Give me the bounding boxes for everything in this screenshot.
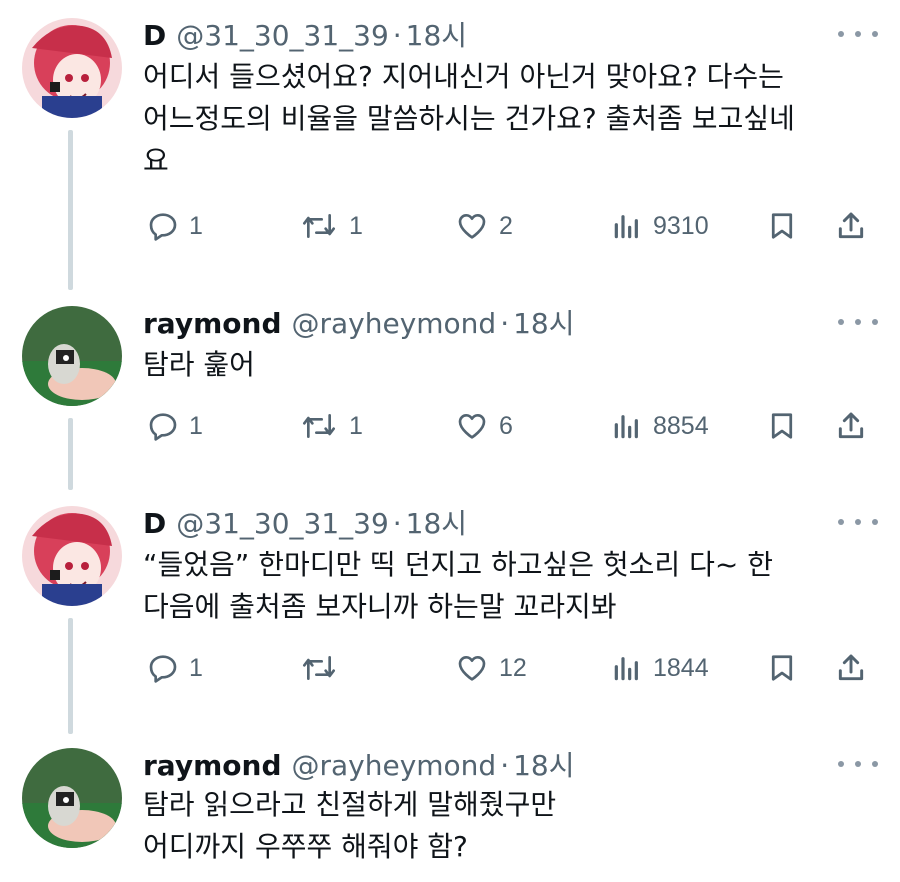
more-options-icon[interactable] [838, 512, 878, 532]
tweet-text-line: 탐라 훑어 [143, 348, 255, 381]
retweet-icon [303, 656, 335, 680]
avatar[interactable] [22, 306, 122, 406]
avatar[interactable] [22, 748, 122, 848]
tweet-text-line: 다음에 출처좀 보자니까 하는말 꼬라지봐 [143, 590, 617, 623]
tweet-text-line: “들었음” 한마디만 띡 던지고 하고싶은 헛소리 다~ 한 [143, 548, 773, 581]
like-button[interactable]: 12 [455, 648, 527, 688]
heart-icon [458, 414, 486, 439]
tweet-text-line: 어디까지 우쭈쭈 해줘야 함? [143, 830, 468, 863]
tweet-text-line: 탐라 읽으라고 친절하게 말해줬구만 [143, 788, 557, 821]
reply-button[interactable]: 1 [147, 206, 203, 246]
tweet-header: D @31_30_31_39 · 18시 [143, 14, 467, 54]
tweet-header: D @31_30_31_39 · 18시 [143, 502, 467, 542]
tweet[interactable]: D @31_30_31_39 · 18시 “들었음” 한마디만 띡 던지고 하고… [0, 490, 900, 734]
avatar[interactable] [22, 506, 122, 606]
more-options-icon[interactable] [838, 312, 878, 332]
retweet-count: 1 [349, 411, 363, 440]
views-button[interactable]: 9310 [611, 206, 709, 246]
user-handle[interactable]: @rayheymond [291, 749, 496, 782]
display-name[interactable]: D [143, 19, 166, 52]
like-button[interactable]: 6 [455, 406, 513, 446]
reply-button[interactable]: 1 [147, 406, 203, 446]
tweet-text-line: 어디서 들으셨어요? 지어내신거 아닌거 맞아요? 다수는 [143, 60, 784, 93]
avatar[interactable] [22, 18, 122, 118]
tweet-text: “들었음” 한마디만 띡 던지고 하고싶은 헛소리 다~ 한 다음에 출처좀 보… [143, 544, 883, 628]
retweet-button[interactable] [299, 648, 349, 688]
user-handle[interactable]: @rayheymond [291, 307, 496, 340]
reply-count: 1 [189, 211, 203, 240]
views-button[interactable]: 8854 [611, 406, 709, 446]
like-count: 12 [499, 653, 527, 682]
tweet-text: 탐라 읽으라고 친절하게 말해줬구만 어디까지 우쭈쭈 해줘야 함? [143, 784, 883, 868]
separator: · [392, 507, 402, 540]
tweet-header: raymond @rayheymond · 18시 [143, 744, 575, 784]
timestamp[interactable]: 18시 [406, 14, 467, 54]
timestamp[interactable]: 18시 [513, 302, 574, 342]
more-options-icon[interactable] [838, 24, 878, 44]
share-button[interactable] [835, 206, 867, 246]
tweet-text-line: 요 [143, 144, 169, 177]
heart-icon [458, 656, 486, 681]
share-button[interactable] [835, 648, 867, 688]
reply-icon [149, 655, 177, 683]
share-icon [838, 654, 864, 681]
like-count: 6 [499, 411, 513, 440]
tweet-header: raymond @rayheymond · 18시 [143, 302, 575, 342]
share-button[interactable] [835, 406, 867, 446]
retweet-button[interactable]: 1 [299, 406, 363, 446]
display-name[interactable]: raymond [143, 307, 281, 340]
bookmark-icon [771, 213, 793, 239]
retweet-icon [303, 214, 335, 238]
timestamp[interactable]: 18시 [406, 502, 467, 542]
tweet[interactable]: raymond @rayheymond · 18시 탐라 훑어 1 1 6 88… [0, 290, 900, 490]
views-icon [614, 657, 638, 681]
tweet-text-line: 어느정도의 비율을 말씀하시는 건가요? 출처좀 보고싶네 [143, 102, 795, 135]
reply-icon [149, 213, 177, 241]
display-name[interactable]: raymond [143, 749, 281, 782]
separator: · [392, 19, 402, 52]
reply-count: 1 [189, 653, 203, 682]
reply-icon [149, 413, 177, 441]
action-bar: 1 1 6 8854 [143, 406, 883, 446]
bookmark-button[interactable] [767, 648, 797, 688]
views-icon [614, 415, 638, 439]
views-icon [614, 215, 638, 239]
bookmark-button[interactable] [767, 206, 797, 246]
thread-line [68, 418, 73, 490]
retweet-button[interactable]: 1 [299, 206, 363, 246]
timestamp[interactable]: 18시 [513, 744, 574, 784]
share-icon [838, 412, 864, 439]
retweet-count: 1 [349, 211, 363, 240]
user-handle[interactable]: @31_30_31_39 [176, 19, 389, 52]
tweet-text: 어디서 들으셨어요? 지어내신거 아닌거 맞아요? 다수는 어느정도의 비율을 … [143, 56, 883, 182]
tweet[interactable]: D @31_30_31_39 · 18시 어디서 들으셨어요? 지어내신거 아닌… [0, 0, 900, 290]
views-button[interactable]: 1844 [611, 648, 709, 688]
separator: · [500, 307, 510, 340]
user-handle[interactable]: @31_30_31_39 [176, 507, 389, 540]
thread-line [68, 618, 73, 734]
thread-line [68, 130, 73, 290]
tweet-text: 탐라 훑어 [143, 344, 883, 386]
like-count: 2 [499, 211, 513, 240]
view-count: 9310 [653, 211, 709, 240]
action-bar: 1 12 1844 [143, 648, 883, 688]
more-options-icon[interactable] [838, 754, 878, 774]
bookmark-icon [771, 413, 793, 439]
display-name[interactable]: D [143, 507, 166, 540]
reply-button[interactable]: 1 [147, 648, 203, 688]
bookmark-icon [771, 655, 793, 681]
like-button[interactable]: 2 [455, 206, 513, 246]
heart-icon [458, 214, 486, 239]
action-bar: 1 1 2 9310 [143, 206, 883, 246]
reply-count: 1 [189, 411, 203, 440]
view-count: 8854 [653, 411, 709, 440]
view-count: 1844 [653, 653, 709, 682]
retweet-icon [303, 414, 335, 438]
separator: · [500, 749, 510, 782]
tweet[interactable]: raymond @rayheymond · 18시 탐라 읽으라고 친절하게 말… [0, 734, 900, 882]
share-icon [838, 212, 864, 239]
bookmark-button[interactable] [767, 406, 797, 446]
